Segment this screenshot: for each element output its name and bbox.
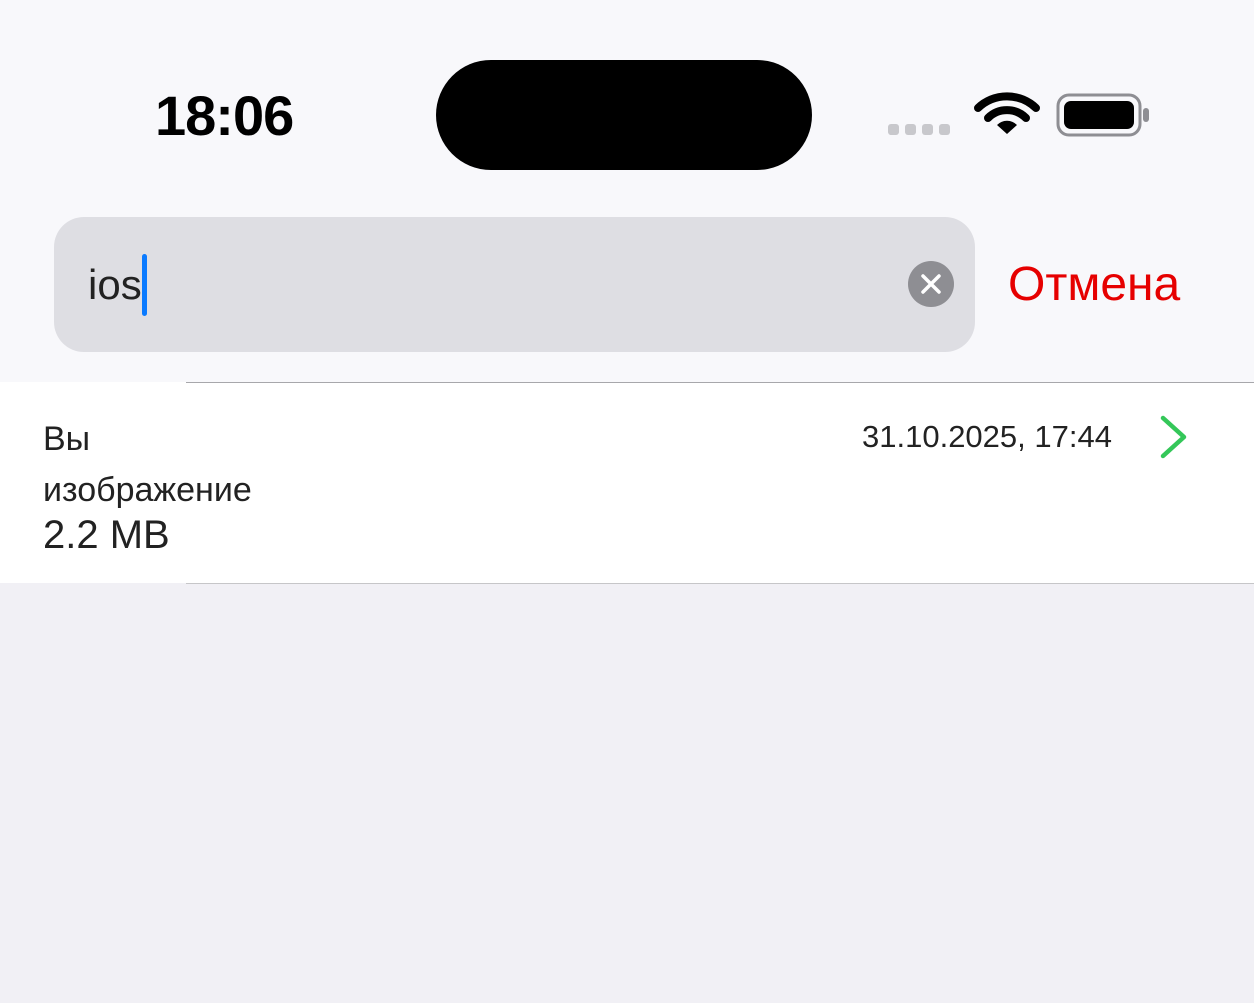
divider xyxy=(186,382,1254,383)
search-input[interactable]: ios xyxy=(54,217,975,352)
cellular-signal-icon xyxy=(888,124,958,136)
clear-circle-icon[interactable] xyxy=(908,261,954,307)
cancel-button[interactable]: Отмена xyxy=(1008,255,1180,315)
wifi-icon xyxy=(974,92,1040,134)
divider xyxy=(186,583,1254,584)
search-query-text[interactable]: ios xyxy=(88,259,142,311)
chevron-right-icon[interactable] xyxy=(1158,414,1192,460)
dynamic-island xyxy=(436,60,812,170)
battery-icon xyxy=(1056,93,1149,137)
status-time: 18:06 xyxy=(155,84,294,147)
item-date: 31.10.2025, 17:44 xyxy=(862,419,1112,454)
item-size: 2.2 MB xyxy=(43,513,170,557)
item-title: Вы изображение xyxy=(43,420,252,509)
text-caret xyxy=(142,254,147,316)
